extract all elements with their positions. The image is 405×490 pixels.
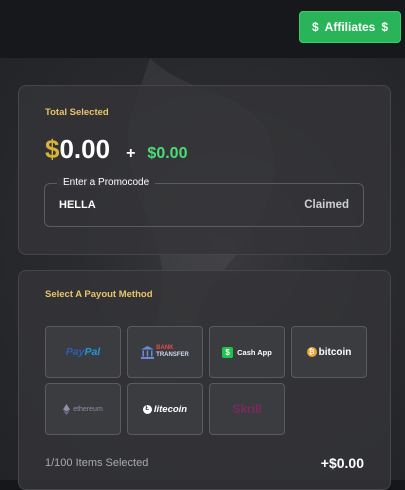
total-amount: 0.00: [59, 134, 111, 164]
skrill-logo: Skrill: [232, 402, 262, 416]
affiliates-button[interactable]: $ Affiliates $: [299, 11, 401, 43]
payout-option-bank-transfer[interactable]: BANK TRANSFER: [127, 326, 203, 378]
paypal-logo: PayPal: [65, 346, 101, 358]
promocode-status: Claimed: [304, 199, 349, 211]
affiliates-label: Affiliates: [324, 20, 376, 34]
currency-symbol: $: [45, 134, 60, 164]
payout-total: +$0.00: [320, 455, 364, 471]
promocode-label: Enter a Promocode: [57, 177, 156, 188]
promocode-field[interactable]: Enter a Promocode HELLA Claimed: [44, 177, 364, 227]
plus-sign: +: [126, 145, 136, 162]
litecoin-icon: Ł: [142, 404, 152, 414]
payout-methods-grid: PayPal BANK TRANSFER $ Cash App ₿ bitcoi…: [45, 326, 367, 435]
total-row: $ 0.00 + $0.00: [45, 134, 187, 165]
litecoin-logo: Ł litecoin: [142, 404, 187, 415]
top-bar: $ Affiliates $: [0, 0, 405, 58]
items-selected-count: 1/100 Items Selected: [45, 457, 149, 469]
total-selected-title: Total Selected: [45, 107, 109, 118]
payout-method-title: Select A Payout Method: [45, 289, 153, 300]
bonus-amount: $0.00: [147, 145, 188, 162]
bank-icon: [141, 345, 155, 359]
payout-option-cash-app[interactable]: $ Cash App: [209, 326, 285, 378]
payout-method-card: Select A Payout Method PayPal BANK TRANS…: [18, 270, 391, 490]
ethereum-logo: ethereum: [63, 403, 103, 415]
payout-option-paypal[interactable]: PayPal: [45, 326, 121, 378]
bitcoin-icon: ₿: [306, 347, 317, 357]
ethereum-icon: [63, 403, 71, 415]
cash-app-icon: $: [222, 346, 234, 358]
promocode-value[interactable]: HELLA: [59, 199, 96, 211]
dollar-icon: $: [311, 20, 319, 34]
bitcoin-logo: ₿ bitcoin: [306, 347, 351, 358]
total-selected-card: Total Selected $ 0.00 + $0.00 Enter a Pr…: [18, 85, 391, 255]
payout-option-bitcoin[interactable]: ₿ bitcoin: [291, 326, 367, 378]
payout-option-litecoin[interactable]: Ł litecoin: [127, 383, 203, 435]
dollar-icon: $: [381, 20, 389, 34]
payout-option-ethereum[interactable]: ethereum: [45, 383, 121, 435]
payout-option-skrill[interactable]: Skrill: [209, 383, 285, 435]
cash-app-logo: $ Cash App: [222, 346, 272, 358]
bank-transfer-logo: BANK TRANSFER: [141, 345, 189, 359]
